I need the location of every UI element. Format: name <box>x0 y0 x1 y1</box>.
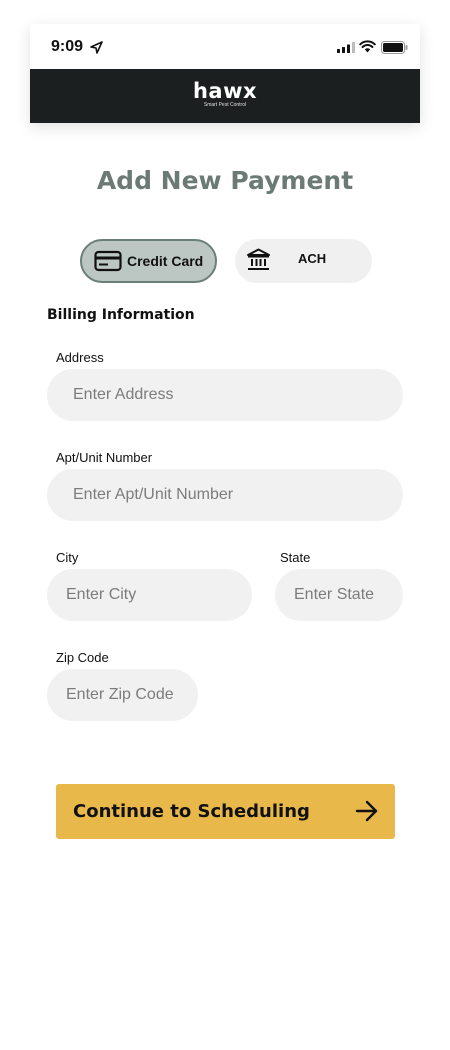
status-time: 9:09 <box>51 38 84 55</box>
apt-unit-input[interactable] <box>47 469 403 521</box>
city-label: City <box>56 550 79 565</box>
tab-ach[interactable]: ACH <box>235 239 372 283</box>
continue-to-scheduling-button[interactable]: Continue to Scheduling <box>56 784 395 839</box>
state-input[interactable] <box>275 569 403 621</box>
zip-code-input[interactable] <box>47 669 198 721</box>
wifi-icon <box>359 40 376 53</box>
zip-code-label: Zip Code <box>56 650 109 665</box>
hawx-logo: hawx <box>192 79 258 103</box>
billing-section-title: Billing Information <box>47 307 195 323</box>
app-top-bar: 9:09 hawx Smart Pest Control <box>30 24 420 123</box>
state-label: State <box>280 550 311 565</box>
logo-tagline: Smart Pest Control <box>203 102 247 108</box>
tab-credit-card-label: Credit Card <box>127 253 204 269</box>
app-header: hawx Smart Pest Control <box>30 69 420 123</box>
arrow-right-icon <box>355 800 378 822</box>
apt-unit-label: Apt/Unit Number <box>56 450 153 465</box>
address-label: Address <box>56 350 104 365</box>
cellular-signal-icon <box>337 42 355 53</box>
tab-credit-card[interactable]: Credit Card <box>80 239 217 283</box>
tab-ach-label: ACH <box>298 251 327 266</box>
city-input[interactable] <box>47 569 252 621</box>
battery-icon <box>381 41 408 54</box>
page-title: Add New Payment <box>96 166 354 195</box>
status-bar: 9:09 <box>30 24 420 69</box>
location-arrow-icon <box>90 41 103 54</box>
address-input[interactable] <box>47 369 403 421</box>
credit-card-icon <box>94 250 122 272</box>
bank-icon <box>247 248 270 270</box>
continue-button-label: Continue to Scheduling <box>73 801 310 822</box>
